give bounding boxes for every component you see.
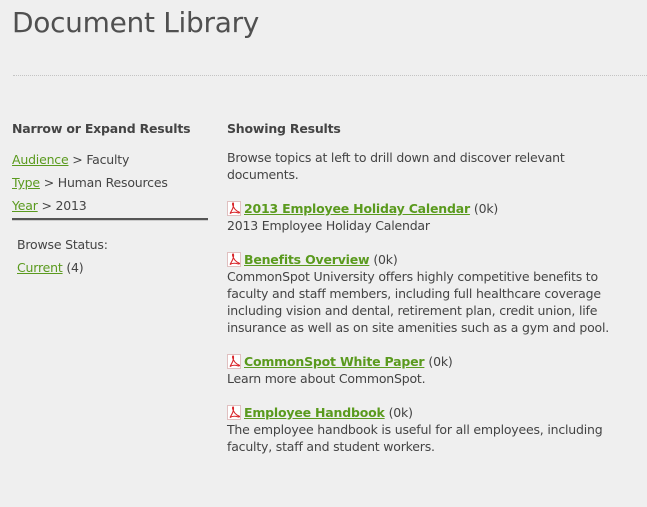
filter-year-value: 2013 <box>55 198 87 213</box>
filter-year-link[interactable]: Year <box>12 198 38 213</box>
browse-status-label: Browse Status: <box>17 237 108 252</box>
result-header: Benefits Overview (0k) <box>227 251 637 268</box>
result-header: 2013 Employee Holiday Calendar (0k) <box>227 200 637 217</box>
result-title-link[interactable]: 2013 Employee Holiday Calendar <box>244 200 470 217</box>
filter-audience: Audience > Faculty <box>12 151 208 174</box>
filter-audience-link[interactable]: Audience <box>12 152 69 167</box>
results-heading: Showing Results <box>227 121 341 136</box>
page-title: Document Library <box>12 6 260 39</box>
result-item: Benefits Overview (0k) CommonSpot Univer… <box>227 251 637 336</box>
result-size: (0k) <box>473 201 499 216</box>
result-size: (0k) <box>373 252 398 267</box>
browse-status-current: Current (4) <box>17 259 208 282</box>
sidebar: Narrow or Expand Results Audience > Facu… <box>12 120 208 282</box>
filter-year: Year > 2013 <box>12 197 208 220</box>
pdf-icon <box>227 201 241 216</box>
result-description: Learn more about CommonSpot. <box>227 371 426 386</box>
title-divider <box>13 75 647 76</box>
result-item: 2013 Employee Holiday Calendar (0k) 2013… <box>227 200 637 234</box>
results-list: 2013 Employee Holiday Calendar (0k) 2013… <box>227 200 637 455</box>
result-item: Employee Handbook (0k) The employee hand… <box>227 404 637 455</box>
filter-divider <box>12 218 208 221</box>
filter-type: Type > Human Resources <box>12 174 208 197</box>
filter-type-link[interactable]: Type <box>12 175 40 190</box>
result-header: CommonSpot White Paper (0k) <box>227 353 637 370</box>
results-intro: Browse topics at left to drill down and … <box>227 150 565 182</box>
filter-type-value: Human Resources <box>57 175 168 190</box>
result-title-link[interactable]: Benefits Overview <box>244 251 370 268</box>
result-header: Employee Handbook (0k) <box>227 404 637 421</box>
filter-separator: > <box>43 175 54 190</box>
pdf-icon <box>227 354 241 369</box>
result-title-link[interactable]: CommonSpot White Paper <box>244 353 425 370</box>
filter-audience-value: Faculty <box>86 152 130 167</box>
result-description: CommonSpot University offers highly comp… <box>227 269 610 335</box>
result-size: (0k) <box>428 354 453 369</box>
result-size: (0k) <box>388 405 413 420</box>
result-description: 2013 Employee Holiday Calendar <box>227 218 430 233</box>
filter-separator: > <box>41 198 52 213</box>
status-current-count: (4) <box>66 260 84 275</box>
filter-separator: > <box>72 152 83 167</box>
filter-list: Audience > Faculty Type > Human Resource… <box>12 151 208 220</box>
pdf-icon <box>227 405 241 420</box>
pdf-icon <box>227 252 241 267</box>
browse-status: Browse Status: Current (4) <box>12 236 208 282</box>
results-panel: Showing Results Browse topics at left to… <box>227 120 637 472</box>
sidebar-heading: Narrow or Expand Results <box>12 121 191 136</box>
result-item: CommonSpot White Paper (0k) Learn more a… <box>227 353 637 387</box>
status-current-link[interactable]: Current <box>17 260 63 275</box>
result-description: The employee handbook is useful for all … <box>227 422 603 454</box>
result-title-link[interactable]: Employee Handbook <box>244 404 385 421</box>
